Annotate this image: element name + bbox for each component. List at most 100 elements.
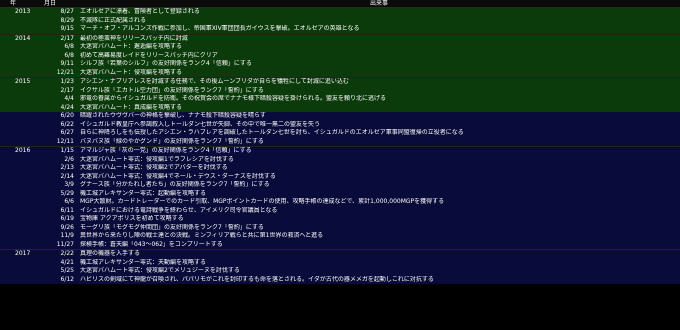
year-cell (0, 25, 44, 34)
year-cell: 2014 (0, 33, 44, 43)
date-cell: 4/4 (64, 95, 74, 102)
year-cell (0, 129, 44, 138)
table-row: 2017 2/22 真理の機器を入手する (0, 249, 680, 259)
table-row: 9/26 モーグリ族「モグモグ仲間団」の友好関係をランク7「誓約」にする (0, 223, 680, 233)
era-green-section: 2013 8/27 エオルゼアに漂着、冒険者として登録される 8/29 不滅隊に正式配属… (0, 7, 680, 112)
header-date: 月日 (44, 0, 78, 8)
year-cell: 2017 (0, 249, 44, 259)
event-cell: グナース族「分かたれし者たち」の友好関係をランク7「誓約」にする (80, 181, 270, 188)
table-row: 6/19 宝物庫 アクアポリスを初めて攻略する (0, 215, 680, 224)
event-cell: イクサル族「エカトル空力団」の友好関係をランク7「誓約」にする (80, 86, 264, 94)
table-row: 9/15 マーチ・オブ・アルコンズ作戦に参加し、帝国軍XIV軍団団長ガイウスを撃破… (0, 25, 680, 34)
event-cell: 不滅隊に正式配属される (80, 16, 147, 24)
event-cell: バヌバヌ族「緑のやかグンド」の友好関係をランク7「誓約」にする (80, 137, 264, 145)
table-row: 2/14 大迷宮バハムート零式：侵攻編4でネール・デウス・ダーナスを討伐する (0, 172, 680, 181)
date-cell: 6/22 (60, 120, 74, 128)
table-row: 5/29 機工城アレキサンダー零式：起動編を攻略する (0, 189, 680, 199)
table-row: 9/11 シルフ族「若葉のシルフ」の友好関係をランク4「信頼」にする (0, 60, 680, 69)
event-cell: 大迷宮バハムート：邂逅編を攻略する (80, 43, 183, 50)
date-cell: 2/17 (60, 86, 74, 94)
event-cell: MGP大散財。カードトレーダーでのカード引取、MGPポイントカードの使用、攻略手… (80, 198, 445, 205)
date-cell: 9/15 (60, 25, 74, 32)
year-cell (0, 164, 44, 173)
year-cell: 2013 (0, 7, 44, 17)
year-cell (0, 190, 44, 199)
event-cell: 探検手帳：蒼天編「043～062」をコンプリートする (80, 240, 223, 248)
year-cell (0, 112, 44, 121)
date-cell: 8/27 (44, 7, 78, 17)
year-cell (0, 156, 44, 165)
date-cell: 6/11 (60, 206, 74, 214)
table-row: 12/21 大迷宮バハムート：侵攻編を攻略する (0, 68, 680, 78)
event-cell: イシュガルド教皇庁へ参謁叙入しトールダン七世が失脚、その中で唯一無二の盟友を失う (80, 120, 321, 128)
date-cell: 6/8 (64, 51, 74, 59)
event-cell: ハビリスの剣域にて神龍が召喚され、パパリモがこれを封印するも命を落とされる。イダ… (80, 275, 434, 283)
date-cell: 2/6 (64, 155, 74, 163)
table-row: 2/6 大迷宮バハムート零式：侵攻編1でラフレシアを討伐する (0, 155, 680, 165)
event-cell: アマルジャ族「灰の一党」の友好関係をランク4「信頼」にする (78, 146, 680, 156)
table-row: 6/11 イシュガルドにおける竜詩戦争を終わらせ、アイメリク司令官議員となる (0, 206, 680, 216)
date-cell: 3/9 (64, 181, 74, 188)
table-row: 6/8 初めて高難易度レイドをリリースパッチ内にクリア (0, 51, 680, 61)
table-row: 6/27 自らに神降ろしをも伝授したアシエン・ラハブレアを調破したトールダン七世を… (0, 129, 680, 138)
date-cell: 2/22 (44, 249, 78, 259)
date-cell: 12/11 (56, 137, 74, 145)
table-header: 年 月日 出来事 (0, 0, 680, 8)
event-cell: 真理の機器を入手する (78, 249, 680, 259)
table-row: 4/24 大迷宮バハムート：真成編を攻略する (0, 103, 680, 112)
date-cell: 2/13 (60, 164, 74, 171)
year-cell (0, 138, 44, 147)
table-row: 2/13 大迷宮バハムート零式：侵攻編2でアバターを討伐する (0, 164, 680, 173)
table-row: 6/22 イシュガルド教皇庁へ参謁叙入しトールダン七世が失脚、その中で唯一無二の盟… (0, 120, 680, 130)
event-cell: 大迷宮バハムート：真成編を攻略する (80, 103, 183, 111)
event-cell: エオルゼアに漂着、冒険者として登録される (78, 7, 680, 17)
event-cell: 宝物庫 アクアポリスを初めて攻略する (80, 215, 184, 222)
year-cell (0, 232, 44, 241)
event-cell: イシュガルドにおける竜詩戦争を終わらせ、アイメリク司令官議員となる (80, 206, 278, 214)
table-row: 2/17 イクサル族「エカトル空力団」の友好関係をランク7「誓約」にする (0, 86, 680, 95)
event-cell: マーチ・オブ・アルコンズ作戦に参加し、帝国軍XIV軍団団長ガイウスを撃破。エオル… (80, 25, 360, 32)
date-cell: 9/11 (60, 60, 74, 67)
event-cell: 大迷宮バハムート：侵攻編を攻略する (80, 68, 183, 76)
date-cell: 8/29 (60, 16, 74, 24)
year-cell (0, 52, 44, 61)
year-cell (0, 224, 44, 233)
year-cell (0, 17, 44, 26)
year-cell (0, 60, 44, 69)
table-row: 4/21 機工城アレキサンダー零式：天動編を攻略する (0, 258, 680, 268)
event-cell: 最初の極蛮神をリリースパッチ内に討滅 (78, 33, 680, 43)
date-cell: 12/21 (56, 68, 74, 76)
table-row: 6/8 大迷宮バハムート：邂逅編を攻略する (0, 43, 680, 52)
event-cell: 異世界から来たりし陣の戦士達との決戦。ミンフィリア戦らと共に第1世界の救済へと進… (80, 232, 324, 239)
year-cell (0, 121, 44, 130)
date-cell: 6/19 (60, 215, 74, 222)
year-cell (0, 215, 44, 224)
event-cell: 大迷宮バハムート零式：侵攻編4でネール・デウス・ダーナスを討伐する (80, 172, 276, 180)
year-cell (0, 259, 44, 268)
table-row: 2016 1/15 アマルジャ族「灰の一党」の友好関係をランク4「信頼」にする (0, 146, 680, 156)
header-event: 出来事 (78, 0, 680, 8)
event-cell: モーグリ族「モグモグ仲間団」の友好関係をランク7「誓約」にする (80, 223, 264, 231)
table-row: 12/11 バヌバヌ族「緑のやかグンド」の友好関係をランク7「誓約」にする (0, 137, 680, 147)
date-cell: 2/17 (44, 33, 78, 43)
year-cell (0, 198, 44, 207)
event-cell: アシエン・ナプリアレスを討滅する任務で、その後ムーンブリダが自らを犠牲にして封滅… (78, 77, 680, 87)
event-cell: 大迷宮バハムート零式：侵攻編1でラフレシアを討伐する (80, 155, 234, 163)
table-row: 11/9 異世界から来たりし陣の戦士達との決戦。ミンフィリア戦らと共に第1世界の救… (0, 232, 680, 241)
header-row: 年 月日 出来事 (0, 0, 680, 8)
year-cell (0, 207, 44, 216)
event-cell: 大迷宮バハムート零式：侵攻編2でアバターを討伐する (80, 164, 228, 171)
header-year: 年 (0, 0, 44, 8)
table-row: 2014 2/17 最初の極蛮神をリリースパッチ内に討滅 (0, 33, 680, 43)
table-row: 2013 8/27 エオルゼアに漂着、冒険者として登録される (0, 7, 680, 17)
date-cell: 6/6 (64, 198, 74, 205)
year-cell (0, 241, 44, 250)
event-cell: 自らに神降ろしをも伝授したアシエン・ラハブレアを調破したトールダン七世を討ち、イ… (80, 129, 464, 136)
event-cell: 大迷宮バハムート零式：侵攻編2でメリュジーヌを討伐する (80, 267, 240, 274)
date-cell: 6/20 (60, 112, 74, 119)
table-row: 11/27 探検手帳：蒼天編「043～062」をコンプリートする (0, 240, 680, 250)
year-cell (0, 43, 44, 52)
date-cell: 5/29 (60, 189, 74, 197)
year-cell: 2016 (0, 146, 44, 156)
table-row: 4/4 邪竜の眷属からイシュガルドを防衛。その祝賀会の席でナナモ様下暗殺容疑を掛け… (0, 95, 680, 104)
